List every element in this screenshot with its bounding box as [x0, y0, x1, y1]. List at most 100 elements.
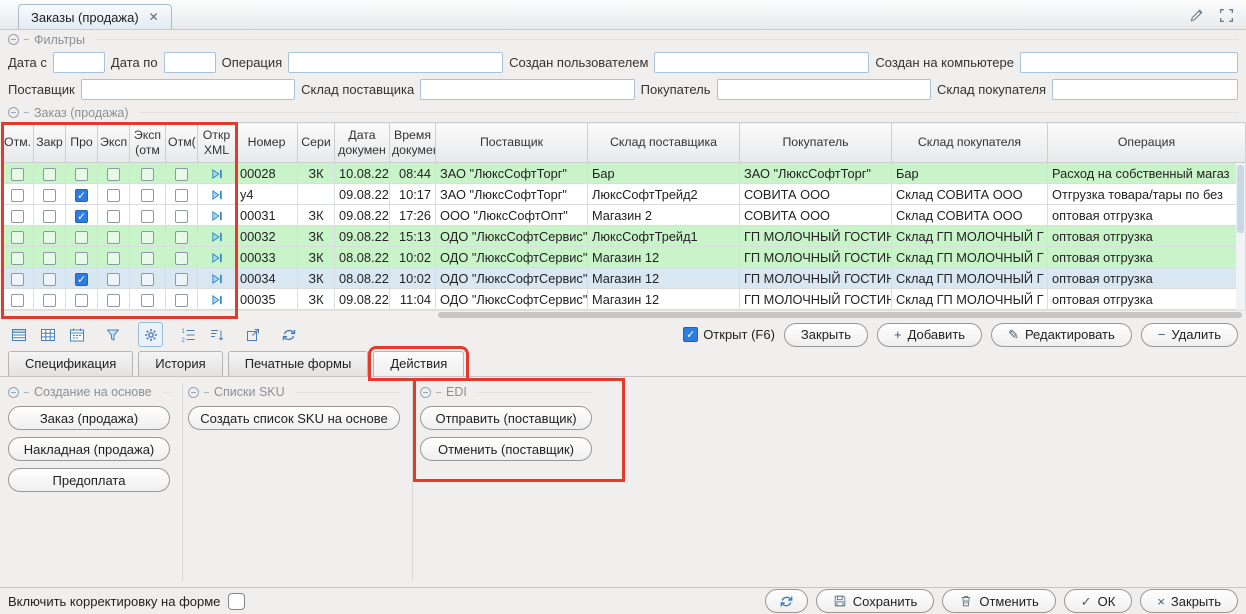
cell-number[interactable]: у4: [236, 184, 298, 205]
edit-icon[interactable]: [1186, 5, 1206, 25]
cell-buyer[interactable]: СОВИТА ООО: [740, 184, 892, 205]
row-flag-checkbox[interactable]: [75, 294, 88, 307]
cell-buyer_warehouse[interactable]: Бар: [892, 163, 1048, 184]
filter-input-date-from[interactable]: [53, 52, 105, 73]
cell-operation[interactable]: оптовая отгрузка: [1048, 289, 1246, 310]
row-flag-checkbox[interactable]: [107, 231, 120, 244]
column-header-export-cancel[interactable]: Эксп (отм: [130, 123, 166, 163]
row-flag-checkbox[interactable]: [43, 210, 56, 223]
order-sale-button[interactable]: Заказ (продажа): [8, 406, 170, 430]
table-row[interactable]: ✓00031ЗК09.08.2217:26ООО "ЛюксСофтОпт"Ма…: [2, 205, 1246, 226]
cell-date[interactable]: 08.08.22: [335, 268, 390, 289]
row-flag-checkbox[interactable]: [175, 168, 188, 181]
row-flag-checkbox[interactable]: [43, 168, 56, 181]
filter-input-buyer[interactable]: [717, 79, 931, 100]
row-flag-checkbox[interactable]: [43, 231, 56, 244]
cell-number[interactable]: 00032: [236, 226, 298, 247]
table-row[interactable]: 00032ЗК09.08.2215:13ОДО "ЛюксСофтСервис"…: [2, 226, 1246, 247]
prepayment-button[interactable]: Предоплата: [8, 468, 170, 492]
save-button[interactable]: Сохранить: [816, 589, 935, 613]
row-flag-checkbox[interactable]: [175, 210, 188, 223]
cell-time[interactable]: 10:17: [390, 184, 436, 205]
cell-buyer_warehouse[interactable]: Склад СОВИТА ООО: [892, 205, 1048, 226]
create-sku-list-button[interactable]: Создать список SKU на основе: [188, 406, 400, 430]
cell-date[interactable]: 10.08.22: [335, 163, 390, 184]
cell-time[interactable]: 08:44: [390, 163, 436, 184]
cell-series[interactable]: ЗК: [298, 289, 335, 310]
table-row[interactable]: 00028ЗК10.08.2208:44ЗАО "ЛюксСофтТорг"Ба…: [2, 163, 1246, 184]
row-flag-checkbox[interactable]: [43, 189, 56, 202]
row-flag-checkbox[interactable]: ✓: [75, 210, 88, 223]
cell-date[interactable]: 08.08.22: [335, 247, 390, 268]
column-header-operation[interactable]: Операция: [1048, 123, 1246, 163]
cell-buyer_warehouse[interactable]: Склад ГП МОЛОЧНЫЙ Г: [892, 268, 1048, 289]
cell-buyer[interactable]: ГП МОЛОЧНЫЙ ГОСТИН: [740, 268, 892, 289]
column-header-marked[interactable]: Отм.: [2, 123, 34, 163]
table-row[interactable]: 00033ЗК08.08.2210:02ОДО "ЛюксСофтСервис"…: [2, 247, 1246, 268]
row-flag-checkbox[interactable]: [43, 294, 56, 307]
column-header-series[interactable]: Сери: [298, 123, 335, 163]
cell-supplier_warehouse[interactable]: Магазин 12: [588, 247, 740, 268]
collapse-icon[interactable]: [8, 387, 19, 398]
tab-print-forms[interactable]: Печатные формы: [228, 351, 369, 376]
row-flag-checkbox[interactable]: [11, 273, 24, 286]
edit-record-button[interactable]: ✎ Редактировать: [991, 323, 1132, 347]
vertical-scrollbar-thumb[interactable]: [1237, 165, 1244, 233]
cell-supplier[interactable]: ОДО "ЛюксСофтСервис": [436, 226, 588, 247]
row-flag-checkbox[interactable]: [43, 273, 56, 286]
collapse-icon[interactable]: [188, 387, 199, 398]
horizontal-scrollbar-thumb[interactable]: [438, 312, 1242, 318]
cell-operation[interactable]: Отгрузка товара/тары по без: [1048, 184, 1246, 205]
filter-input-date-to[interactable]: [164, 52, 216, 73]
row-flag-checkbox[interactable]: [107, 294, 120, 307]
row-flag-checkbox[interactable]: ✓: [75, 273, 88, 286]
row-flag-checkbox[interactable]: [75, 231, 88, 244]
tab-specification[interactable]: Спецификация: [8, 351, 133, 376]
numbered-list-icon[interactable]: ​12: [177, 324, 199, 346]
column-header-buyer[interactable]: Покупатель: [740, 123, 892, 163]
cell-series[interactable]: [298, 184, 335, 205]
row-flag-checkbox[interactable]: [141, 189, 154, 202]
cell-supplier[interactable]: ООО "ЛюксСофтОпт": [436, 205, 588, 226]
settings-gear-icon[interactable]: [138, 322, 163, 347]
cell-buyer[interactable]: ЗАО "ЛюксСофтТорг": [740, 163, 892, 184]
cell-buyer[interactable]: ГП МОЛОЧНЫЙ ГОСТИН: [740, 226, 892, 247]
ok-button[interactable]: ✓ ОК: [1064, 589, 1133, 613]
row-flag-checkbox[interactable]: [107, 168, 120, 181]
column-header-doc-date[interactable]: Дата докумен: [335, 123, 390, 163]
row-flag-checkbox[interactable]: [175, 294, 188, 307]
edi-cancel-supplier-button[interactable]: Отменить (поставщик): [420, 437, 592, 461]
table-row[interactable]: ✓у409.08.2210:17ЗАО "ЛюксСофтТорг"ЛюксСо…: [2, 184, 1246, 205]
row-flag-checkbox[interactable]: [107, 189, 120, 202]
column-header-buyer-warehouse[interactable]: Склад покупателя: [892, 123, 1048, 163]
cell-operation[interactable]: оптовая отгрузка: [1048, 226, 1246, 247]
row-flag-checkbox[interactable]: [175, 273, 188, 286]
cell-series[interactable]: ЗК: [298, 226, 335, 247]
delete-button[interactable]: − Удалить: [1141, 323, 1238, 347]
column-header-doc-time[interactable]: Время докумен: [390, 123, 436, 163]
cell-series[interactable]: ЗК: [298, 247, 335, 268]
open-xml-icon[interactable]: [211, 231, 223, 243]
cell-time[interactable]: 10:02: [390, 247, 436, 268]
cell-series[interactable]: ЗК: [298, 163, 335, 184]
open-xml-icon[interactable]: [211, 168, 223, 180]
row-flag-checkbox[interactable]: [11, 231, 24, 244]
cell-buyer_warehouse[interactable]: Склад ГП МОЛОЧНЫЙ Г: [892, 226, 1048, 247]
cell-time[interactable]: 17:26: [390, 205, 436, 226]
cell-supplier_warehouse[interactable]: ЛюксСофтТрейд2: [588, 184, 740, 205]
refresh-button[interactable]: [765, 589, 808, 613]
cell-supplier[interactable]: ОДО "ЛюксСофтСервис": [436, 247, 588, 268]
cell-buyer[interactable]: СОВИТА ООО: [740, 205, 892, 226]
cell-buyer_warehouse[interactable]: Склад СОВИТА ООО: [892, 184, 1048, 205]
tab-close-icon[interactable]: ✕: [149, 10, 159, 24]
cell-time[interactable]: 11:04: [390, 289, 436, 310]
column-header-closed[interactable]: Закр: [34, 123, 66, 163]
cell-time[interactable]: 10:02: [390, 268, 436, 289]
cell-supplier_warehouse[interactable]: Бар: [588, 163, 740, 184]
cancel-button[interactable]: Отменить: [942, 589, 1055, 613]
grid-layout-icon[interactable]: [37, 324, 59, 346]
cell-buyer_warehouse[interactable]: Склад ГП МОЛОЧНЫЙ Г: [892, 247, 1048, 268]
refresh-icon[interactable]: [278, 324, 300, 346]
row-flag-checkbox[interactable]: [141, 210, 154, 223]
filter-icon[interactable]: [102, 324, 124, 346]
